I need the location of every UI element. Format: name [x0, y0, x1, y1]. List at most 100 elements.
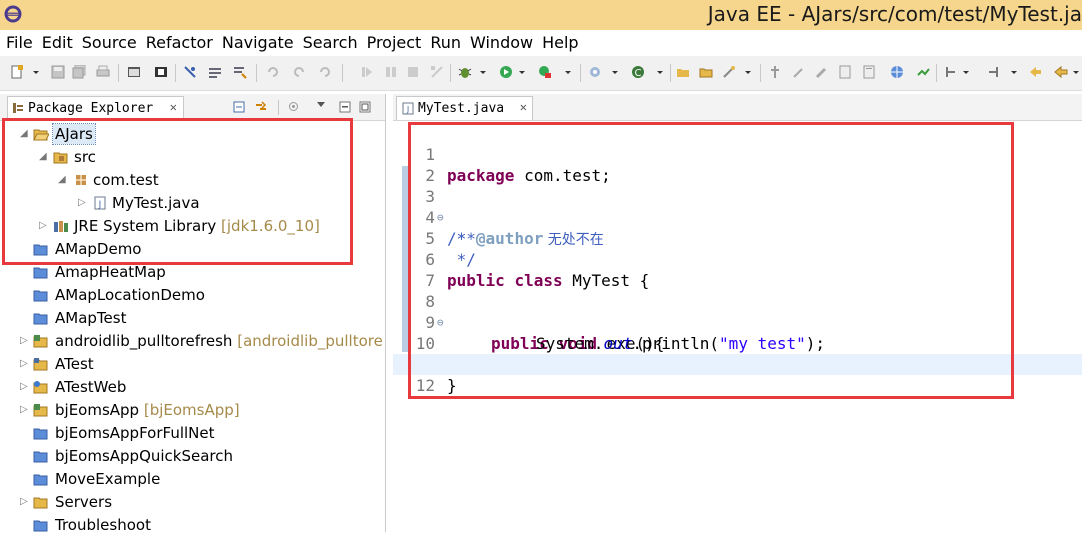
last-edit-location-icon[interactable] [1028, 65, 1042, 79]
annotation-icon[interactable] [768, 65, 782, 79]
menu-search[interactable]: Search [303, 33, 358, 52]
link-with-editor-icon[interactable] [254, 100, 268, 114]
closed-project-icon [33, 451, 48, 463]
new-dropdown-icon[interactable] [32, 65, 40, 79]
run-dropdown-icon[interactable] [518, 65, 526, 79]
globe-icon[interactable] [890, 65, 904, 79]
close-icon[interactable]: ✕ [520, 100, 527, 114]
web-project-icon [33, 381, 48, 394]
tree-item-label: Servers [55, 493, 113, 511]
doc-icon[interactable] [838, 65, 852, 79]
save-icon[interactable] [51, 65, 65, 79]
closed-project-icon [33, 474, 48, 486]
focus-icon[interactable] [287, 100, 300, 113]
toolbar-separator [580, 64, 581, 82]
tree-item-amaptest[interactable]: AMapTest [0, 307, 384, 329]
collapsed-arrow-icon[interactable]: ▷ [20, 353, 30, 375]
skip-breakpoints-icon[interactable] [183, 65, 197, 79]
new-icon[interactable] [10, 65, 24, 79]
collapsed-arrow-icon[interactable]: ▷ [20, 376, 30, 398]
minimize-icon[interactable] [339, 101, 351, 113]
tree-item-amaplocationdemo[interactable]: AMapLocationDemo [0, 284, 384, 306]
menu-bar: File Edit Source Refactor Navigate Searc… [0, 30, 1082, 55]
prev-annotation-dropdown-icon[interactable] [1010, 65, 1018, 79]
open-folder-icon[interactable] [699, 65, 713, 79]
tree-item-label: ATestWeb [55, 378, 127, 396]
resume-icon[interactable] [360, 65, 374, 79]
tab-package-explorer[interactable]: Package Explorer ✕ [7, 96, 184, 120]
refresh-icon[interactable] [318, 65, 332, 79]
toolbar-separator [256, 64, 257, 82]
tree-item-label: ATest [55, 355, 94, 373]
window-title: Java EE - AJars/src/com/test/MyTest.ja [707, 2, 1082, 26]
pen-icon[interactable] [792, 65, 806, 79]
collapsed-arrow-icon[interactable]: ▷ [20, 330, 30, 352]
maximize-icon[interactable] [359, 101, 371, 113]
debug-dropdown-icon[interactable] [479, 65, 487, 79]
open-type-icon[interactable] [676, 65, 690, 79]
open-task-icon[interactable] [722, 65, 736, 79]
menu-refactor[interactable]: Refactor [146, 33, 213, 52]
coverage-dropdown-icon[interactable] [564, 65, 572, 79]
view-menu-icon[interactable] [316, 101, 326, 109]
tree-item-atest[interactable]: ▷ ATest [0, 353, 384, 375]
disconnect-icon[interactable] [430, 65, 444, 79]
tree-item-bjeomsapp[interactable]: ▷ bjEomsApp [bjEomsApp] [0, 399, 384, 421]
closed-project-icon [33, 520, 48, 532]
collapsed-arrow-icon[interactable]: ▷ [20, 491, 30, 513]
closed-project-icon [33, 290, 48, 302]
new-class-dropdown-icon[interactable] [656, 65, 664, 79]
close-icon[interactable]: ✕ [170, 100, 177, 114]
tree-item-androidlib-pulltorefresh[interactable]: ▷ androidlib_pulltorefresh [androidlib_p… [0, 330, 384, 352]
toggle-mark-icon[interactable] [208, 65, 222, 79]
debug-icon[interactable] [458, 65, 472, 79]
sync-icon[interactable] [916, 65, 930, 79]
search-tool-icon[interactable] [233, 65, 247, 79]
menu-source[interactable]: Source [82, 33, 137, 52]
next-annotation-icon[interactable] [944, 65, 958, 79]
coverage-icon[interactable] [538, 65, 552, 79]
tree-item-servers[interactable]: ▷ Servers [0, 491, 384, 513]
undo-icon[interactable] [266, 65, 280, 79]
tree-item-troubleshoot[interactable]: Troubleshoot [0, 514, 384, 536]
menu-help[interactable]: Help [542, 33, 578, 52]
external-tools-dropdown-icon[interactable] [611, 65, 619, 79]
tree-item-atestweb[interactable]: ▷ ATestWeb [0, 376, 384, 398]
tree-item-text: androidlib_pulltorefresh [androidlib_pul… [55, 330, 383, 352]
editor-tab-bar: J MyTest.java ✕ [393, 94, 1082, 121]
new-java-class-icon[interactable]: C [631, 65, 645, 79]
suspend-icon[interactable] [384, 65, 398, 79]
back-icon[interactable] [1054, 65, 1068, 79]
terminate-icon[interactable] [406, 65, 420, 79]
page-icon[interactable] [862, 65, 876, 79]
collapse-all-icon[interactable] [233, 101, 245, 113]
back-dropdown-icon[interactable] [1072, 65, 1080, 79]
menu-window[interactable]: Window [470, 33, 533, 52]
toolbar: C [0, 56, 1082, 91]
menu-file[interactable]: File [6, 33, 33, 52]
android-project-icon [33, 404, 48, 417]
eclipse-icon[interactable] [3, 4, 23, 24]
terminal-icon[interactable] [127, 65, 141, 79]
next-annotation-dropdown-icon[interactable] [962, 65, 970, 79]
toolbar-separator [936, 64, 937, 82]
menu-navigate[interactable]: Navigate [222, 33, 294, 52]
tab-mytest-java[interactable]: J MyTest.java ✕ [396, 96, 533, 120]
tree-item-moveexample[interactable]: MoveExample [0, 468, 384, 490]
menu-run[interactable]: Run [430, 33, 461, 52]
external-tools-icon[interactable] [588, 65, 602, 79]
print-icon[interactable] [96, 65, 110, 79]
console-icon[interactable] [154, 65, 168, 79]
menu-project[interactable]: Project [367, 33, 422, 52]
redo-icon[interactable] [292, 65, 306, 79]
brush-icon[interactable] [815, 65, 829, 79]
run-icon[interactable] [499, 65, 513, 79]
tree-item-bjeomsappquicksearch[interactable]: bjEomsAppQuickSearch [0, 445, 384, 467]
prev-annotation-icon[interactable] [986, 65, 1000, 79]
menu-edit[interactable]: Edit [42, 33, 73, 52]
svg-text:C: C [635, 68, 642, 79]
save-all-icon[interactable] [72, 65, 86, 79]
task-dropdown-icon[interactable] [744, 65, 752, 79]
tree-item-bjeomsappforfullnet[interactable]: bjEomsAppForFullNet [0, 422, 384, 444]
collapsed-arrow-icon[interactable]: ▷ [20, 399, 30, 421]
